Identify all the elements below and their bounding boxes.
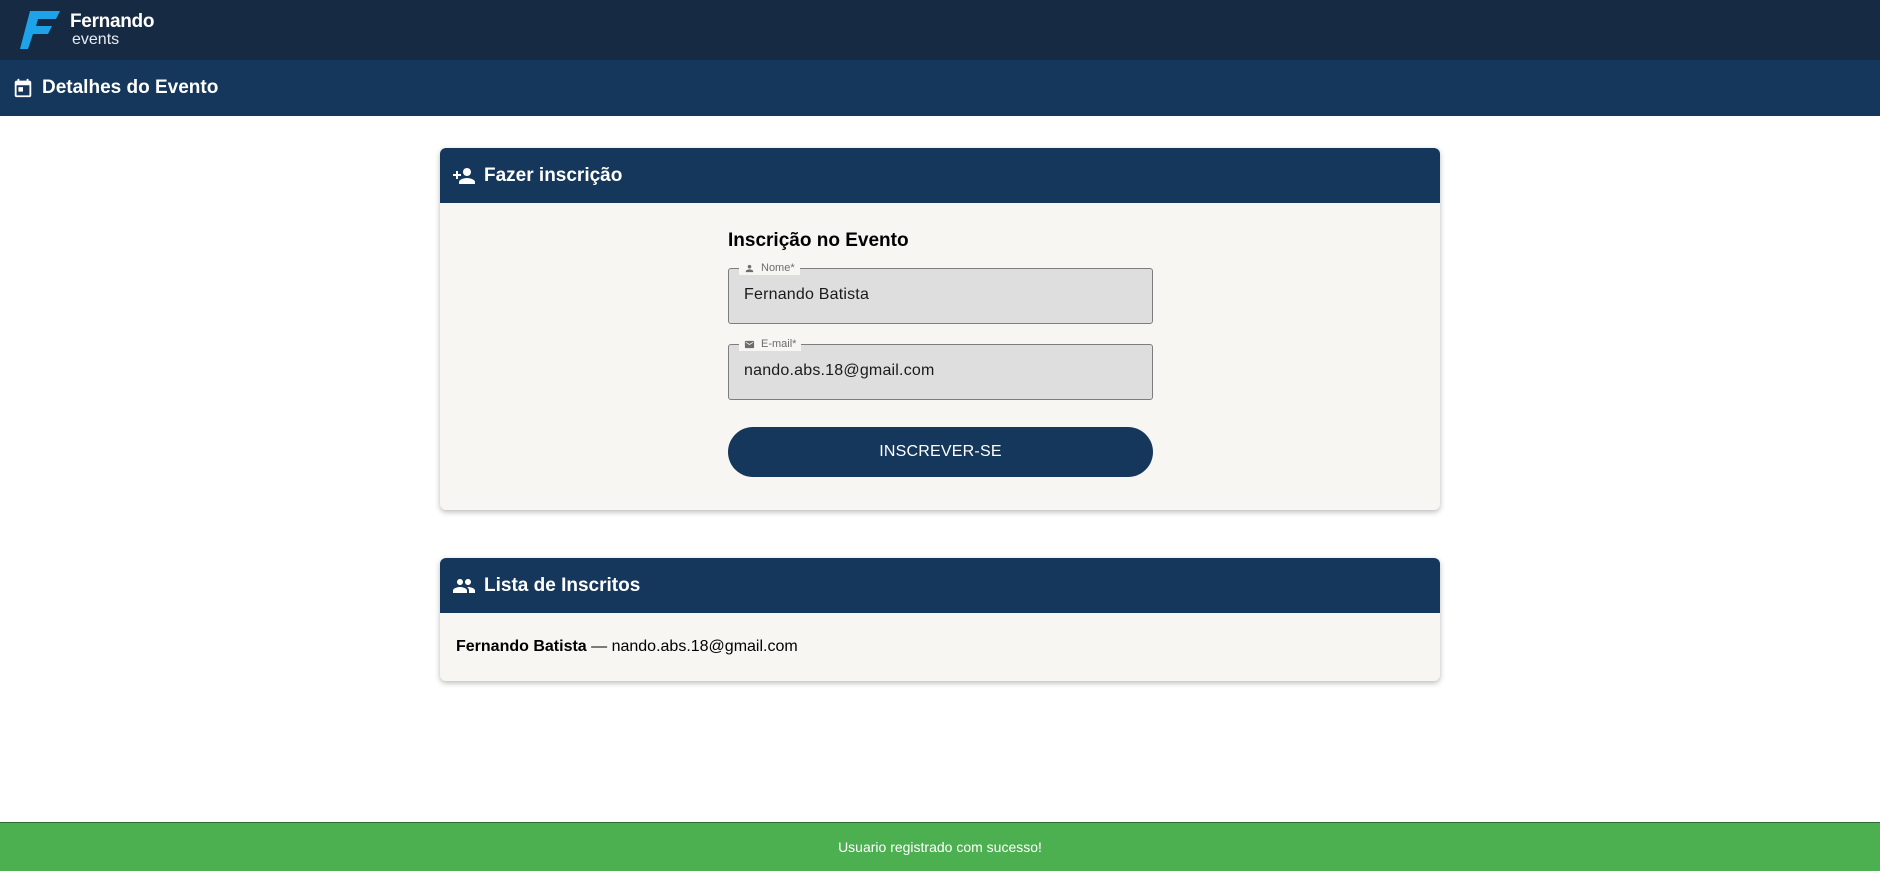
calendar-icon bbox=[14, 78, 32, 98]
page-header: Detalhes do Evento bbox=[0, 60, 1880, 116]
page-title: Detalhes do Evento bbox=[42, 77, 219, 98]
name-field[interactable]: Nome* Fernando Batista bbox=[728, 261, 1153, 324]
group-icon bbox=[453, 578, 475, 593]
attendee-separator: — bbox=[586, 638, 612, 655]
form-title: Inscrição no Evento bbox=[728, 230, 909, 251]
registration-form: Inscrição no Evento Nome* Fernando Batis… bbox=[728, 203, 1153, 477]
attendees-card-header: Lista de Inscritos bbox=[440, 558, 1440, 613]
subscribe-button[interactable]: INSCREVER-SE bbox=[728, 427, 1153, 477]
attendees-card: Lista de Inscritos Fernando Batista — na… bbox=[440, 558, 1440, 681]
person-icon bbox=[745, 264, 754, 272]
email-input-value[interactable]: nando.abs.18@gmail.com bbox=[744, 362, 935, 380]
name-input-value[interactable]: Fernando Batista bbox=[744, 286, 869, 304]
registration-card: Fazer inscrição Inscrição no Evento Nome… bbox=[440, 148, 1440, 510]
email-label-text: E-mail* bbox=[761, 338, 797, 350]
attendee-name: Fernando Batista bbox=[456, 638, 587, 655]
email-field-label: E-mail* bbox=[739, 337, 802, 351]
registration-card-title: Fazer inscrição bbox=[484, 164, 623, 186]
success-toast: Usuario registrado com sucesso! bbox=[0, 822, 1880, 871]
name-field-label: Nome* bbox=[739, 261, 800, 275]
top-navbar: Fernando events bbox=[0, 0, 1880, 60]
registration-card-header: Fazer inscrição bbox=[440, 148, 1440, 203]
brand-name: Fernando bbox=[70, 11, 155, 32]
attendee-email: nando.abs.18@gmail.com bbox=[611, 638, 798, 655]
toast-message: Usuario registrado com sucesso! bbox=[838, 839, 1042, 855]
list-item: Fernando Batista — nando.abs.18@gmail.co… bbox=[456, 638, 798, 656]
brand-logo[interactable]: Fernando events bbox=[20, 9, 154, 51]
logo-f-icon bbox=[20, 11, 60, 49]
brand-subtitle: events bbox=[72, 31, 120, 48]
name-label-text: Nome* bbox=[761, 262, 795, 274]
mail-icon bbox=[744, 340, 755, 348]
email-field[interactable]: E-mail* nando.abs.18@gmail.com bbox=[728, 337, 1153, 400]
attendees-card-title: Lista de Inscritos bbox=[484, 574, 641, 596]
person-add-icon bbox=[453, 167, 475, 184]
